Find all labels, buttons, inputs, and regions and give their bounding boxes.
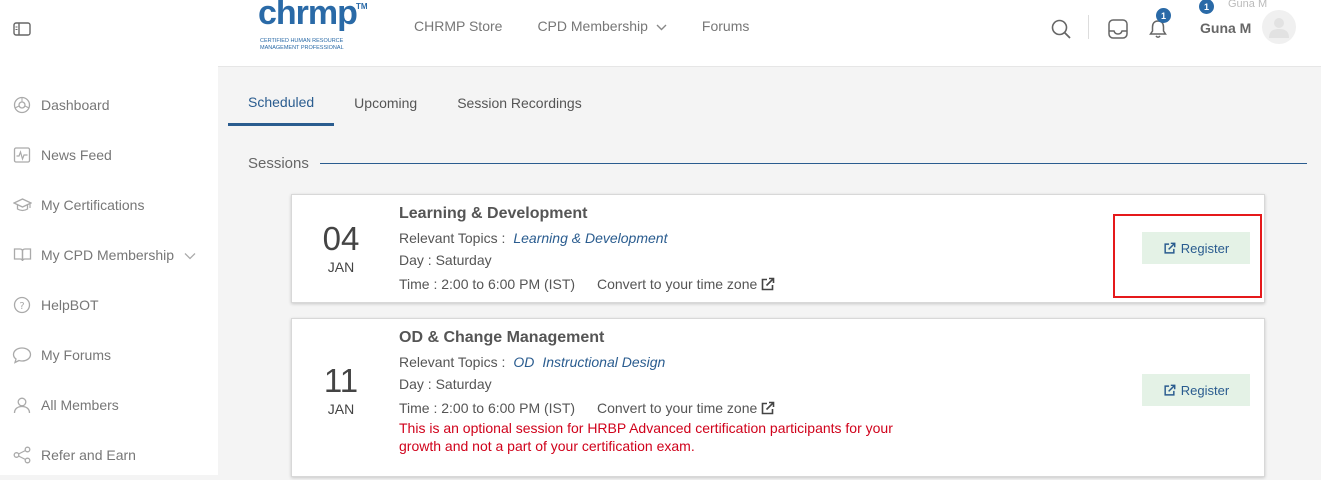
sidebar-item-label: News Feed [41, 147, 112, 163]
help-icon: ? [12, 295, 32, 315]
session-day: 04 [322, 220, 360, 257]
session-day-of-week: Day : Saturday [399, 252, 492, 268]
sidebar-item-refer-and-earn[interactable]: Refer and Earn [0, 430, 218, 480]
session-time-row: Time : 2:00 to 6:00 PM (IST) Convert to … [399, 397, 909, 419]
top-header: chrmp TM Certified Human Resource Manage… [218, 0, 1321, 67]
register-button[interactable]: Register [1142, 374, 1250, 406]
nav-label: Forums [701, 18, 750, 34]
sidebar-item-label: My Forums [41, 347, 111, 363]
sidebar-item-label: Refer and Earn [41, 447, 136, 463]
avatar-user-icon [1269, 18, 1289, 38]
session-time: Time : 2:00 to 6:00 PM (IST) [399, 400, 576, 416]
ghost-user-name: Guna M [1228, 0, 1268, 10]
inbox-icon[interactable] [1107, 18, 1129, 40]
session-topics: Relevant Topics : OD Instructional Design [399, 351, 909, 373]
dashboard-icon [12, 95, 32, 115]
sidebar-item-my-cpd-membership[interactable]: My CPD Membership [0, 230, 218, 280]
chevron-down-icon [656, 18, 667, 34]
chrmp-logo[interactable]: chrmp TM Certified Human Resource Manage… [258, 0, 368, 60]
newsfeed-icon [12, 145, 32, 165]
sidebar-item-all-members[interactable]: All Members [0, 380, 218, 430]
share-icon [12, 445, 32, 465]
session-time-row: Time : 2:00 to 6:00 PM (IST) Convert to … [399, 273, 775, 295]
logo-subtitle: Certified Human Resource Management Prof… [260, 38, 344, 51]
sidebar-item-my-forums[interactable]: My Forums [0, 330, 218, 380]
user-name[interactable]: Guna M [1200, 20, 1251, 36]
certification-icon [12, 195, 32, 215]
external-link-icon [1164, 384, 1176, 396]
topics-label: Relevant Topics : [399, 230, 506, 246]
convert-label: Convert to your time zone [596, 400, 758, 416]
notification-badge: 1 [1156, 8, 1171, 23]
svg-text:?: ? [19, 301, 24, 312]
topic-link[interactable]: Instructional Design [542, 354, 665, 370]
sidebar-item-helpbot[interactable]: ? HelpBOT [0, 280, 218, 330]
nav-cpd-membership[interactable]: CPD Membership [537, 18, 667, 34]
external-link-icon [761, 401, 775, 414]
register-label: Register [1180, 382, 1230, 398]
user-icon [12, 395, 32, 415]
session-info: Learning & Development Relevant Topics :… [399, 205, 775, 295]
nav-label: CHRMP Store [414, 18, 503, 34]
session-month: JAN [327, 259, 355, 275]
sidebar-item-label: Dashboard [41, 97, 110, 113]
profile-badge: 1 [1199, 0, 1214, 14]
convert-timezone-link[interactable]: Convert to your time zone [597, 273, 775, 295]
session-day: 11 [323, 362, 359, 399]
sidebar-item-news-feed[interactable]: News Feed [0, 130, 218, 180]
sidebar-item-label: HelpBOT [41, 297, 99, 313]
header-divider [1088, 15, 1089, 39]
avatar[interactable] [1262, 10, 1296, 44]
chevron-down-icon[interactable] [184, 247, 196, 263]
external-link-icon [761, 277, 775, 290]
sidebar-item-label: All Members [41, 397, 119, 413]
nav-chrmp-store[interactable]: CHRMP Store [414, 18, 502, 34]
session-date: 11 JAN [292, 362, 390, 418]
top-nav: CHRMP Store CPD Membership Forums [414, 18, 784, 34]
nav-label: CPD Membership [537, 18, 648, 34]
sidebar-item-label: My Certifications [41, 197, 145, 213]
tab-upcoming[interactable]: Upcoming [334, 80, 437, 126]
sidebar-item-label: My CPD Membership [41, 247, 175, 263]
sidebar-toggle-icon[interactable] [13, 20, 31, 38]
logo-trademark: TM [356, 2, 368, 11]
session-day-of-week: Day : Saturday [399, 376, 492, 392]
sidebar-item-my-certifications[interactable]: My Certifications [0, 180, 218, 230]
sessions-divider [320, 163, 1307, 164]
search-icon[interactable] [1050, 18, 1072, 40]
session-time: Time : 2:00 to 6:00 PM (IST) [399, 276, 576, 292]
convert-label: Convert to your time zone [596, 276, 758, 292]
convert-timezone-link[interactable]: Convert to your time zone [597, 397, 775, 419]
session-card: 11 JAN OD & Change Management Relevant T… [291, 318, 1265, 477]
topic-link[interactable]: Learning & Development [513, 230, 667, 246]
topic-link[interactable]: OD [513, 354, 534, 370]
session-title: OD & Change Management [399, 329, 605, 346]
nav-forums[interactable]: Forums [702, 18, 749, 34]
sidebar: Dashboard News Feed My Certifications My… [0, 0, 218, 475]
optional-session-note: This is an optional session for HRBP Adv… [399, 420, 893, 454]
sidebar-nav: Dashboard News Feed My Certifications My… [0, 80, 218, 480]
session-topics: Relevant Topics : Learning & Development [399, 227, 775, 249]
chat-icon [12, 345, 32, 365]
sessions-heading: Sessions [248, 155, 309, 172]
session-month: JAN [327, 401, 355, 417]
session-info: OD & Change Management Relevant Topics :… [399, 329, 909, 455]
topics-label: Relevant Topics : [399, 354, 506, 370]
highlight-box [1113, 214, 1262, 298]
session-date: 04 JAN [292, 220, 390, 276]
session-title: Learning & Development [399, 205, 588, 222]
tab-session-recordings[interactable]: Session Recordings [437, 80, 602, 126]
tab-scheduled[interactable]: Scheduled [228, 80, 335, 126]
book-icon [12, 245, 32, 265]
logo-wordmark: chrmp [258, 0, 358, 32]
session-tabs: Scheduled Upcoming Session Recordings [228, 80, 602, 126]
sidebar-item-dashboard[interactable]: Dashboard [0, 80, 218, 130]
